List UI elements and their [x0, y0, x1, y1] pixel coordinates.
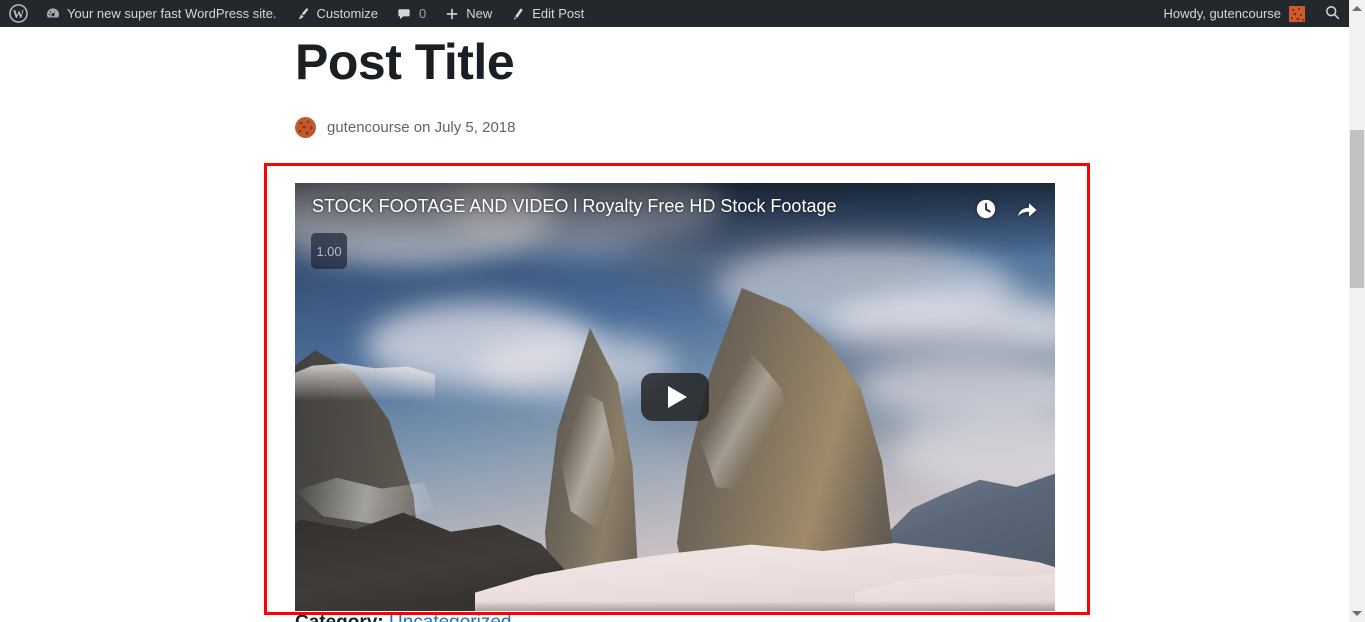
scroll-up-button[interactable] — [1349, 0, 1365, 17]
wordpress-logo-icon: W — [9, 4, 28, 23]
edit-post-menu-item[interactable]: Edit Post — [501, 0, 593, 27]
new-label: New — [466, 6, 493, 21]
pencil-icon — [510, 6, 526, 22]
admin-bar-left-group: W Your new super fast WordPress site. Cu… — [0, 0, 593, 27]
video-duration-badge: 1.00 — [311, 233, 347, 269]
post-byline: gutencourse on July 5, 2018 — [295, 117, 515, 138]
search-icon — [1324, 4, 1341, 24]
share-icon[interactable] — [1015, 197, 1039, 221]
new-content-menu-item[interactable]: New — [435, 0, 501, 27]
site-name-menu[interactable]: Your new super fast WordPress site. — [36, 0, 286, 27]
my-account-menu[interactable]: Howdy, gutencourse — [1155, 0, 1315, 27]
customize-label: Customize — [316, 6, 378, 21]
plus-icon — [444, 6, 460, 22]
howdy-label: Howdy, gutencourse — [1163, 6, 1281, 21]
browser-viewport: W Your new super fast WordPress site. Cu… — [0, 0, 1365, 622]
customize-menu-item[interactable]: Customize — [286, 0, 387, 27]
foreground-shadow — [295, 601, 1055, 611]
wp-admin-bar: W Your new super fast WordPress site. Cu… — [0, 0, 1349, 27]
video-title-gradient — [295, 183, 1055, 259]
watch-later-clock-icon[interactable] — [975, 198, 997, 220]
selection-highlight-box: STOCK FOOTAGE AND VIDEO l Royalty Free H… — [264, 163, 1090, 615]
caret-up-icon — [1352, 6, 1362, 11]
play-triangle-icon — [668, 386, 687, 408]
youtube-video-embed[interactable]: STOCK FOOTAGE AND VIDEO l Royalty Free H… — [295, 183, 1055, 611]
dashboard-icon — [45, 6, 61, 22]
video-action-buttons — [975, 197, 1039, 221]
admin-bar-right-group: Howdy, gutencourse — [1155, 0, 1349, 27]
play-button[interactable] — [641, 373, 709, 421]
scrollbar-thumb[interactable] — [1350, 130, 1364, 288]
admin-search-button[interactable] — [1315, 0, 1349, 27]
paintbrush-icon — [295, 6, 311, 22]
video-title[interactable]: STOCK FOOTAGE AND VIDEO l Royalty Free H… — [312, 196, 836, 217]
site-name-label: Your new super fast WordPress site. — [67, 6, 277, 21]
comment-bubble-icon — [396, 6, 412, 22]
scroll-down-button[interactable] — [1349, 605, 1365, 622]
post-content-area: Post Title gutencourse on July 5, 2018 S… — [0, 27, 1349, 622]
author-avatar — [295, 117, 316, 138]
vertical-scrollbar[interactable] — [1349, 0, 1365, 622]
svg-text:W: W — [13, 9, 25, 21]
wordpress-logo-menu[interactable]: W — [0, 0, 36, 27]
byline-text: gutencourse on July 5, 2018 — [327, 119, 516, 136]
comments-menu-item[interactable]: 0 — [387, 0, 435, 27]
user-avatar-icon — [1289, 5, 1305, 22]
edit-post-label: Edit Post — [532, 6, 585, 21]
comments-count: 0 — [418, 6, 427, 21]
caret-down-icon — [1352, 611, 1362, 616]
page-title: Post Title — [295, 34, 515, 90]
